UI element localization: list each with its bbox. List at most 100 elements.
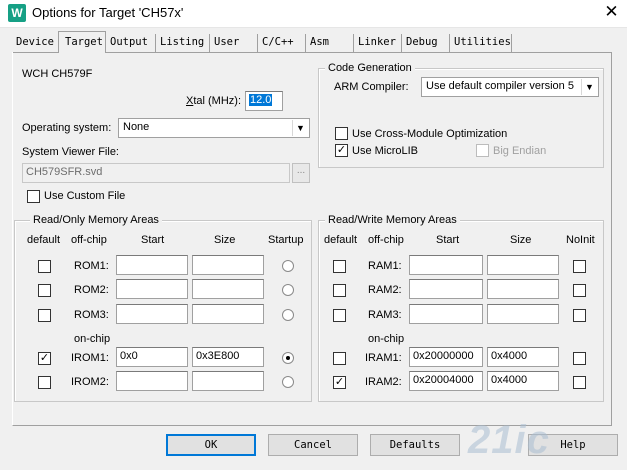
rom-onchip-label: on-chip <box>74 333 111 345</box>
code-generation-title: Code Generation <box>325 62 415 74</box>
rom2-default-checkbox[interactable] <box>38 284 51 297</box>
ram2-start-input[interactable] <box>409 279 483 299</box>
ram1-start-input[interactable] <box>409 255 483 275</box>
rom2-label: ROM2: <box>74 284 109 296</box>
ram-header-offchip: off-chip <box>368 234 404 246</box>
operating-system-label: Operating system: <box>22 122 112 134</box>
tab-device[interactable]: Device <box>12 34 60 52</box>
tab-linker[interactable]: Linker <box>354 34 402 52</box>
arm-compiler-label: ARM Compiler: <box>334 81 409 93</box>
rom1-start-input[interactable] <box>116 255 188 275</box>
iram1-noinit-checkbox[interactable] <box>573 352 586 365</box>
operating-system-value: None <box>123 121 150 133</box>
rom2-startup-radio[interactable] <box>282 284 294 296</box>
big-endian-checkbox[interactable] <box>476 144 489 157</box>
irom2-startup-radio[interactable] <box>282 376 294 388</box>
app-logo-icon: W <box>8 4 26 22</box>
ram-header-default: default <box>324 234 358 246</box>
rom-header-startup: Startup <box>268 234 304 246</box>
use-custom-file-label: Use Custom File <box>44 190 126 202</box>
rom3-size-input[interactable] <box>192 304 264 324</box>
tab-c-cpp[interactable]: C/C++ <box>258 34 306 52</box>
close-icon[interactable]: ✕ <box>596 0 627 26</box>
ram1-default-checkbox[interactable] <box>333 260 346 273</box>
irom1-startup-radio[interactable] <box>282 352 294 364</box>
ram-header-noinit: NoInit <box>566 234 595 246</box>
ram1-label: RAM1: <box>368 260 402 272</box>
irom2-size-input[interactable] <box>192 371 264 391</box>
rom-header-default: default <box>27 234 61 246</box>
tab-user[interactable]: User <box>210 34 258 52</box>
iram2-noinit-checkbox[interactable] <box>573 376 586 389</box>
iram1-label: IRAM1: <box>365 352 402 364</box>
ram3-size-input[interactable] <box>487 304 559 324</box>
rom3-start-input[interactable] <box>116 304 188 324</box>
tab-listing[interactable]: Listing <box>156 34 210 52</box>
irom1-size-input[interactable]: 0x3E800 <box>192 347 264 367</box>
irom1-start-input[interactable]: 0x0 <box>116 347 188 367</box>
tab-target[interactable]: Target <box>58 31 106 53</box>
tab-asm[interactable]: Asm <box>306 34 354 52</box>
iram2-label: IRAM2: <box>365 376 402 388</box>
rom1-default-checkbox[interactable] <box>38 260 51 273</box>
rom-group-title: Read/Only Memory Areas <box>30 214 162 226</box>
defaults-button[interactable]: Defaults <box>370 434 460 456</box>
arm-compiler-select[interactable]: Use default compiler version 5 ▼ <box>421 77 599 97</box>
rom1-size-input[interactable] <box>192 255 264 275</box>
ram2-default-checkbox[interactable] <box>333 284 346 297</box>
ram-header-start: Start <box>436 234 460 246</box>
ok-button[interactable]: OK <box>166 434 256 456</box>
microlib-checkbox[interactable]: ✓ <box>335 144 348 157</box>
svd-browse-button[interactable]: ... <box>292 163 310 183</box>
ram3-start-input[interactable] <box>409 304 483 324</box>
iram2-default-checkbox[interactable]: ✓ <box>333 376 346 389</box>
tab-utilities[interactable]: Utilities <box>450 34 512 52</box>
chevron-down-icon[interactable]: ▼ <box>581 79 597 95</box>
rom-header-offchip: off-chip <box>71 234 107 246</box>
watermark-logo: 21ic <box>468 418 550 462</box>
cancel-button[interactable]: Cancel <box>268 434 358 456</box>
operating-system-select[interactable]: None ▼ <box>118 118 310 138</box>
iram2-start-input[interactable]: 0x20004000 <box>409 371 483 391</box>
ram2-noinit-checkbox[interactable] <box>573 284 586 297</box>
rom2-start-input[interactable] <box>116 279 188 299</box>
rom-header-start: Start <box>141 234 165 246</box>
tab-output[interactable]: Output <box>106 34 156 52</box>
arm-compiler-value: Use default compiler version 5 <box>426 80 574 92</box>
rom1-startup-radio[interactable] <box>282 260 294 272</box>
ram1-noinit-checkbox[interactable] <box>573 260 586 273</box>
ram3-label: RAM3: <box>368 309 402 321</box>
iram2-size-input[interactable]: 0x4000 <box>487 371 559 391</box>
ram2-size-input[interactable] <box>487 279 559 299</box>
cross-module-checkbox[interactable] <box>335 127 348 140</box>
device-name: WCH CH579F <box>22 68 93 80</box>
tab-debug[interactable]: Debug <box>402 34 450 52</box>
rom3-default-checkbox[interactable] <box>38 309 51 322</box>
iram1-default-checkbox[interactable] <box>333 352 346 365</box>
ram1-size-input[interactable] <box>487 255 559 275</box>
rom3-label: ROM3: <box>74 309 109 321</box>
irom2-start-input[interactable] <box>116 371 188 391</box>
rom3-startup-radio[interactable] <box>282 309 294 321</box>
irom2-label: IROM2: <box>71 376 109 388</box>
ram2-label: RAM2: <box>368 284 402 296</box>
ram3-noinit-checkbox[interactable] <box>573 309 586 322</box>
use-custom-file-checkbox[interactable] <box>27 190 40 203</box>
irom2-default-checkbox[interactable] <box>38 376 51 389</box>
ram-header-size: Size <box>510 234 532 246</box>
chevron-down-icon[interactable]: ▼ <box>292 120 308 136</box>
rom-header-size: Size <box>214 234 236 246</box>
irom1-label: IROM1: <box>71 352 109 364</box>
irom1-default-checkbox[interactable]: ✓ <box>38 352 51 365</box>
ram-onchip-label: on-chip <box>368 333 405 345</box>
window-title: Options for Target 'CH57x' <box>32 5 184 20</box>
iram1-size-input[interactable]: 0x4000 <box>487 347 559 367</box>
iram1-start-input[interactable]: 0x20000000 <box>409 347 483 367</box>
svd-file-input[interactable]: CH579SFR.svd <box>22 163 290 183</box>
rom2-size-input[interactable] <box>192 279 264 299</box>
ram3-default-checkbox[interactable] <box>333 309 346 322</box>
big-endian-label: Big Endian <box>493 145 547 157</box>
xtal-label: Xtal (MHz): <box>186 95 242 107</box>
cross-module-label: Use Cross-Module Optimization <box>352 128 508 140</box>
xtal-input[interactable]: 12.0 <box>245 91 283 111</box>
